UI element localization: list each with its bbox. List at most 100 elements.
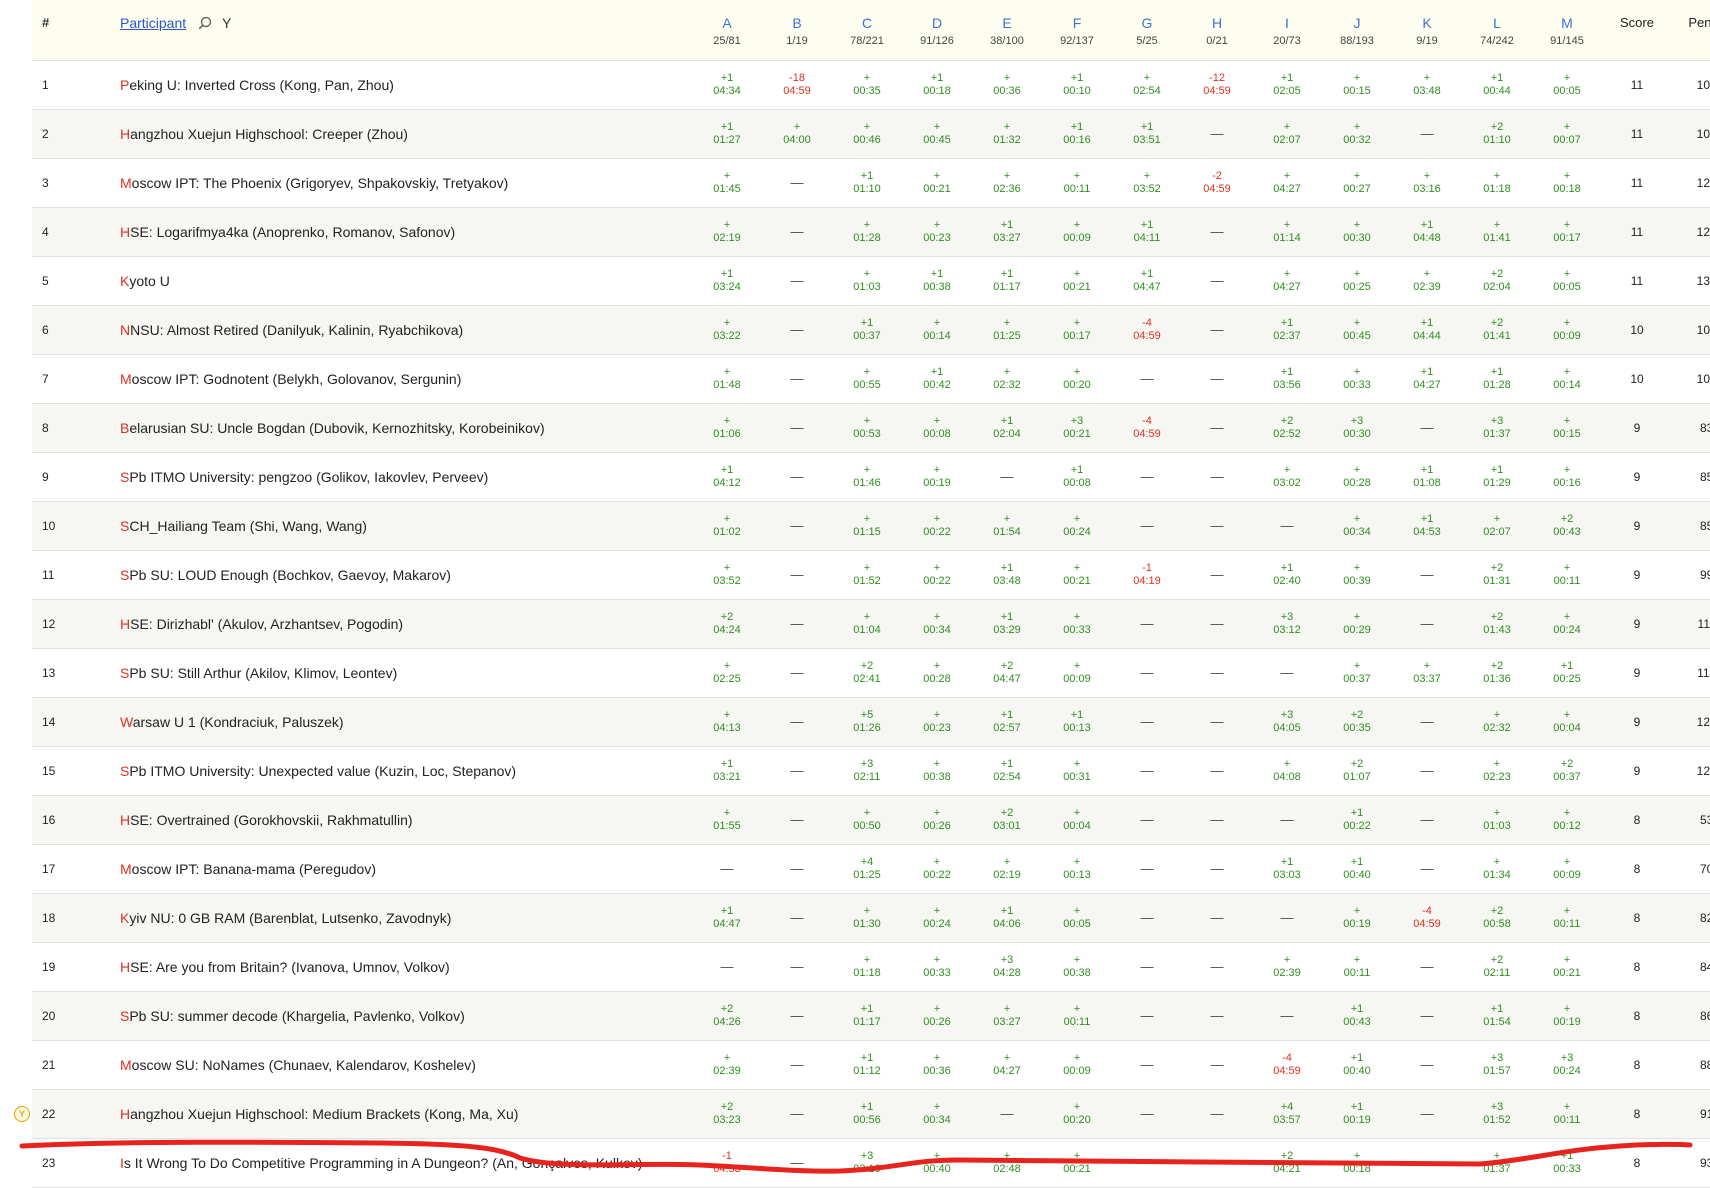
result-cell-j[interactable]: +1 00:40 [1322,1040,1392,1090]
result-cell-l[interactable]: +01:03 [1462,795,1532,845]
result-cell-f[interactable]: +00:13 [1042,844,1112,894]
result-cell-i[interactable]: +1 02:37 [1252,305,1322,355]
result-cell-d[interactable]: +00:26 [902,991,972,1041]
result-cell-b[interactable]: — [762,158,832,208]
result-cell-m[interactable]: +00:17 [1532,207,1602,257]
result-cell-i[interactable]: +3 04:05 [1252,697,1322,747]
result-cell-c[interactable]: +1 01:10 [832,158,902,208]
result-cell-c[interactable]: +01:46 [832,452,902,502]
result-cell-a[interactable]: +02:19 [692,207,762,257]
result-cell-h[interactable]: — [1182,305,1252,355]
result-cell-h[interactable]: — [1182,893,1252,943]
result-cell-j[interactable]: +00:11 [1322,942,1392,992]
result-cell-e[interactable]: +1 02:54 [972,746,1042,796]
result-cell-e[interactable]: +1 03:27 [972,207,1042,257]
result-cell-b[interactable]: — [762,207,832,257]
favorites-filter[interactable]: Y [222,15,231,31]
participant-cell[interactable]: Moscow IPT: Banana-mama (Peregudov) [120,844,692,894]
result-cell-j[interactable]: +00:29 [1322,599,1392,649]
result-cell-i[interactable]: +01:14 [1252,207,1322,257]
result-cell-c[interactable]: +00:50 [832,795,902,845]
participant-cell[interactable]: Kyoto U [120,256,692,306]
participant-cell[interactable]: Warsaw U 1 (Kondraciuk, Paluszek) [120,697,692,747]
result-cell-j[interactable]: +00:45 [1322,305,1392,355]
result-cell-d[interactable]: +1 00:38 [902,256,972,306]
result-cell-e[interactable]: +01:54 [972,501,1042,551]
result-cell-b[interactable]: — [762,1089,832,1139]
result-cell-a[interactable]: +1 04:12 [692,452,762,502]
result-cell-h[interactable]: — [1182,207,1252,257]
participant-cell[interactable]: SPb ITMO University: pengzoo (Golikov, I… [120,452,692,502]
result-cell-b[interactable]: — [762,354,832,404]
result-cell-e[interactable]: — [972,1089,1042,1139]
problem-letter[interactable]: F [1042,15,1112,31]
result-cell-m[interactable]: +2 00:37 [1532,746,1602,796]
result-cell-f[interactable]: +00:11 [1042,158,1112,208]
result-cell-m[interactable]: +00:11 [1532,893,1602,943]
result-cell-d[interactable]: +1 00:18 [902,60,972,110]
problem-header-m[interactable]: M 91/145 [1532,0,1602,61]
result-cell-e[interactable]: +1 02:04 [972,403,1042,453]
result-cell-f[interactable]: +1 00:13 [1042,697,1112,747]
problem-letter[interactable]: G [1112,15,1182,31]
participant-cell[interactable]: SPb SU: Still Arthur (Akilov, Klimov, Le… [120,648,692,698]
result-cell-h[interactable]: -2 04:59 [1182,158,1252,208]
problem-letter[interactable]: D [902,15,972,31]
result-cell-m[interactable]: +00:05 [1532,256,1602,306]
result-cell-a[interactable]: +01:06 [692,403,762,453]
result-cell-f[interactable]: +00:24 [1042,501,1112,551]
result-cell-e[interactable]: +1 03:48 [972,550,1042,600]
result-cell-c[interactable]: +00:46 [832,109,902,159]
result-cell-e[interactable]: +03:27 [972,991,1042,1041]
result-cell-d[interactable]: +00:36 [902,1040,972,1090]
result-cell-f[interactable]: +00:21 [1042,256,1112,306]
result-cell-l[interactable]: +02:32 [1462,697,1532,747]
result-cell-m[interactable]: +00:09 [1532,844,1602,894]
result-cell-b[interactable]: — [762,452,832,502]
result-cell-g[interactable]: — [1112,648,1182,698]
result-cell-c[interactable]: +00:35 [832,60,902,110]
result-cell-a[interactable]: — [692,844,762,894]
result-cell-m[interactable]: +00:12 [1532,795,1602,845]
result-cell-c[interactable]: +01:18 [832,942,902,992]
result-cell-c[interactable]: +1 01:12 [832,1040,902,1090]
result-cell-a[interactable]: +02:25 [692,648,762,698]
result-cell-c[interactable]: +4 01:25 [832,844,902,894]
result-cell-m[interactable]: +00:04 [1532,697,1602,747]
result-cell-d[interactable]: +00:28 [902,648,972,698]
result-cell-i[interactable]: +3 03:12 [1252,599,1322,649]
result-cell-i[interactable]: — [1252,795,1322,845]
result-cell-a[interactable]: +1 03:21 [692,746,762,796]
result-cell-g[interactable]: — [1112,942,1182,992]
result-cell-d[interactable]: +00:08 [902,403,972,453]
result-cell-a[interactable]: +1 01:27 [692,109,762,159]
result-cell-f[interactable]: +00:20 [1042,1089,1112,1139]
result-cell-a[interactable]: -1 04:53 [692,1138,762,1188]
result-cell-g[interactable]: — [1112,354,1182,404]
participant-cell[interactable]: Hangzhou Xuejun Highschool: Medium Brack… [120,1089,692,1139]
result-cell-i[interactable]: — [1252,893,1322,943]
result-cell-b[interactable]: — [762,550,832,600]
result-cell-c[interactable]: +01:15 [832,501,902,551]
result-cell-j[interactable]: +00:25 [1322,256,1392,306]
result-cell-c[interactable]: +1 00:37 [832,305,902,355]
result-cell-j[interactable]: +00:33 [1322,354,1392,404]
problem-letter[interactable]: M [1532,15,1602,31]
result-cell-e[interactable]: +04:27 [972,1040,1042,1090]
result-cell-f[interactable]: +00:31 [1042,746,1112,796]
result-cell-d[interactable]: +00:14 [902,305,972,355]
result-cell-i[interactable]: — [1252,501,1322,551]
result-cell-a[interactable]: +1 04:34 [692,60,762,110]
result-cell-j[interactable]: +00:30 [1322,207,1392,257]
result-cell-f[interactable]: +00:09 [1042,648,1112,698]
result-cell-l[interactable]: +2 02:11 [1462,942,1532,992]
result-cell-l[interactable]: +2 01:10 [1462,109,1532,159]
result-cell-g[interactable]: -4 04:59 [1112,305,1182,355]
result-cell-l[interactable]: +1 01:54 [1462,991,1532,1041]
result-cell-f[interactable]: +00:38 [1042,942,1112,992]
result-cell-d[interactable]: +00:26 [902,795,972,845]
result-cell-i[interactable]: +1 02:05 [1252,60,1322,110]
result-cell-k[interactable]: +1 01:08 [1392,452,1462,502]
result-cell-l[interactable]: +02:23 [1462,746,1532,796]
problem-header-g[interactable]: G 5/25 [1112,0,1182,61]
